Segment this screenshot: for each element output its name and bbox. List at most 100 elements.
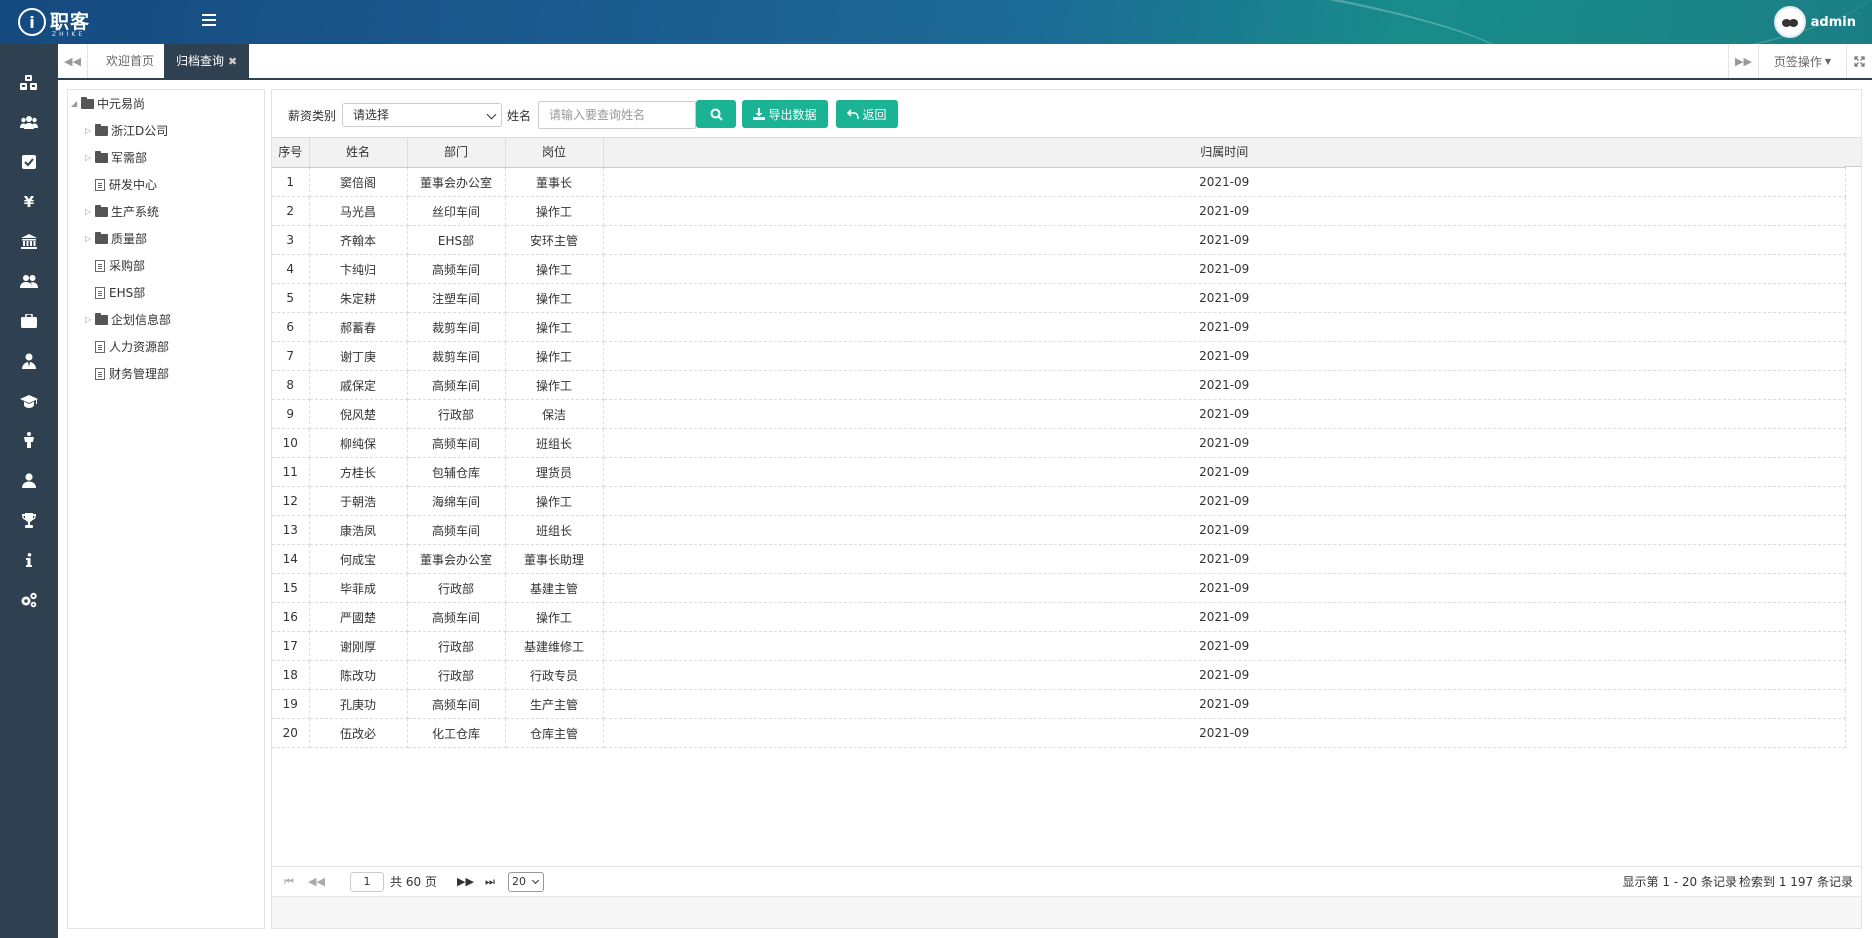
page-number-input[interactable]: 1 — [350, 872, 384, 892]
tab-bar: ◀◀ 欢迎首页 归档查询 ✖ ▶▶ 页签操作 ▼ — [58, 44, 1872, 80]
cell-position: 操作工 — [505, 602, 604, 632]
search-button[interactable] — [696, 100, 736, 128]
table-row[interactable]: 2 马光昌 丝印车间 操作工 2021-09 — [272, 196, 1846, 226]
table-row[interactable]: 6 郝蓄春 裁剪车间 操作工 2021-09 — [272, 312, 1846, 342]
caret-right-icon[interactable]: ▷ — [85, 122, 95, 140]
col-header-index[interactable]: 序号 — [272, 137, 310, 168]
download-icon — [753, 108, 766, 120]
total-pages-text: 共 60 页 — [390, 875, 437, 889]
caret-right-icon[interactable]: ▷ — [85, 311, 95, 329]
table-row[interactable]: 12 于朝浩 海绵车间 操作工 2021-09 — [272, 486, 1846, 516]
back-button[interactable]: 返回 — [836, 100, 898, 128]
prev-page-icon[interactable]: ◀◀ — [308, 875, 325, 888]
next-page-icon[interactable]: ▶▶ — [457, 875, 474, 888]
caret-right-icon[interactable]: ▷ — [85, 203, 95, 221]
trophy-icon[interactable] — [19, 510, 39, 530]
caret-right-icon[interactable]: ▷ — [85, 149, 95, 167]
cubes-icon[interactable] — [19, 73, 39, 93]
user-name: admin — [1810, 14, 1856, 30]
cell-department: 高频车间 — [407, 428, 506, 458]
info-icon[interactable] — [19, 550, 39, 570]
check-square-icon[interactable] — [19, 152, 39, 172]
cell-position: 班组长 — [505, 515, 604, 545]
export-button[interactable]: 导出数据 — [742, 100, 828, 128]
table-row[interactable]: 20 伍改必 化工仓库 仓库主管 2021-09 — [272, 718, 1846, 748]
cell-department: 董事会办公室 — [407, 544, 506, 574]
users-icon[interactable] — [19, 112, 39, 132]
tab-welcome[interactable]: 欢迎首页 — [94, 44, 166, 78]
tab-scroll-left-icon[interactable]: ◀◀ — [58, 44, 88, 78]
table-row[interactable]: 3 齐翰本 EHS部 安环主管 2021-09 — [272, 225, 1846, 255]
graduation-cap-icon[interactable] — [19, 391, 39, 411]
caret-down-icon[interactable]: ◢ — [71, 95, 81, 113]
table-row[interactable]: 13 康浩凤 高频车间 班组长 2021-09 — [272, 515, 1846, 545]
tree-node[interactable]: ▷ 浙江D公司 — [85, 122, 168, 140]
tree-node[interactable]: 采购部 — [95, 257, 145, 275]
cell-department: 丝印车间 — [407, 196, 506, 226]
table-row[interactable]: 10 柳纯保 高频车间 班组长 2021-09 — [272, 428, 1846, 458]
tree-node[interactable]: 财务管理部 — [95, 365, 169, 383]
tree-node[interactable]: ▷ 生产系统 — [85, 203, 159, 221]
user-menu[interactable]: admin — [1773, 6, 1856, 38]
table-row[interactable]: 7 谢丁庚 裁剪车间 操作工 2021-09 — [272, 341, 1846, 371]
table-row[interactable]: 18 陈改功 行政部 行政专员 2021-09 — [272, 660, 1846, 690]
bank-icon[interactable] — [19, 231, 39, 251]
cell-name: 伍改必 — [309, 718, 408, 748]
cell-department: 高频车间 — [407, 254, 506, 284]
col-header-department[interactable]: 部门 — [407, 137, 506, 168]
briefcase-icon[interactable] — [19, 311, 39, 331]
table-row[interactable]: 11 方桂长 包辅仓库 理货员 2021-09 — [272, 457, 1846, 487]
tree-node[interactable]: EHS部 — [95, 284, 145, 302]
table-row[interactable]: 15 毕菲成 行政部 基建主管 2021-09 — [272, 573, 1846, 603]
cell-position: 操作工 — [505, 254, 604, 284]
cell-index: 12 — [272, 486, 310, 516]
table-row[interactable]: 14 何成宝 董事会办公室 董事长助理 2021-09 — [272, 544, 1846, 574]
tree-node[interactable]: ▷ 质量部 — [85, 230, 147, 248]
table-row[interactable]: 8 戚保定 高频车间 操作工 2021-09 — [272, 370, 1846, 400]
cell-period: 2021-09 — [603, 660, 1846, 690]
tab-scroll-right-icon[interactable]: ▶▶ — [1728, 44, 1758, 78]
cell-index: 20 — [272, 718, 310, 748]
cell-index: 19 — [272, 689, 310, 719]
tab-archive-query[interactable]: 归档查询 ✖ — [164, 44, 250, 78]
caret-right-icon[interactable]: ▷ — [85, 230, 95, 248]
table-row[interactable]: 19 孔庚功 高频车间 生产主管 2021-09 — [272, 689, 1846, 719]
group-icon[interactable] — [19, 271, 39, 291]
last-page-icon[interactable]: ⏭ — [485, 875, 495, 889]
table-row[interactable]: 16 严國楚 高频车间 操作工 2021-09 — [272, 602, 1846, 632]
table-row[interactable]: 5 朱定耕 注塑车间 操作工 2021-09 — [272, 283, 1846, 313]
table-row[interactable]: 17 谢刚厚 行政部 基建维修工 2021-09 — [272, 631, 1846, 661]
tree-node-root[interactable]: ◢ 中元易尚 — [71, 95, 145, 113]
col-header-period[interactable]: 归属时间 — [603, 137, 1846, 168]
name-search-placeholder: 请输入要查询姓名 — [549, 108, 646, 122]
name-search-input[interactable]: 请输入要查询姓名 — [538, 101, 696, 129]
tree-node[interactable]: ▷ 企划信息部 — [85, 311, 171, 329]
file-icon — [95, 260, 105, 272]
close-icon[interactable]: ✖ — [228, 55, 237, 68]
fullscreen-icon[interactable] — [1846, 44, 1872, 78]
menu-toggle-icon[interactable] — [202, 14, 216, 28]
col-header-position[interactable]: 岗位 — [505, 137, 604, 168]
table-header-row: 序号 姓名 部门 岗位 归属时间 — [272, 137, 1846, 168]
male-icon[interactable] — [19, 430, 39, 450]
cogs-icon[interactable] — [19, 590, 39, 610]
table-row[interactable]: 9 倪风楚 行政部 保洁 2021-09 — [272, 399, 1846, 429]
cell-period: 2021-09 — [603, 631, 1846, 661]
col-header-name[interactable]: 姓名 — [309, 137, 408, 168]
cell-position: 基建主管 — [505, 573, 604, 603]
first-page-icon[interactable]: ⏮ — [284, 875, 294, 889]
table-row[interactable]: 1 窦倍阁 董事会办公室 董事长 2021-09 — [272, 167, 1846, 197]
table-header-scroll-gutter — [1844, 137, 1861, 167]
tree-node[interactable]: 人力资源部 — [95, 338, 169, 356]
table-row[interactable]: 4 卞纯归 高频车间 操作工 2021-09 — [272, 254, 1846, 284]
tree-node[interactable]: 研发中心 — [95, 176, 157, 194]
user-icon[interactable] — [19, 470, 39, 490]
salary-type-label: 薪资类别 — [288, 109, 337, 123]
salary-type-select[interactable]: 请选择 — [342, 103, 502, 127]
cell-index: 16 — [272, 602, 310, 632]
page-ops-dropdown[interactable]: 页签操作 ▼ — [1758, 44, 1846, 78]
page-size-select[interactable]: 20 — [508, 872, 544, 892]
user-tie-icon[interactable] — [19, 351, 39, 371]
tree-node[interactable]: ▷ 军需部 — [85, 149, 147, 167]
yen-icon[interactable]: ¥ — [19, 192, 39, 212]
